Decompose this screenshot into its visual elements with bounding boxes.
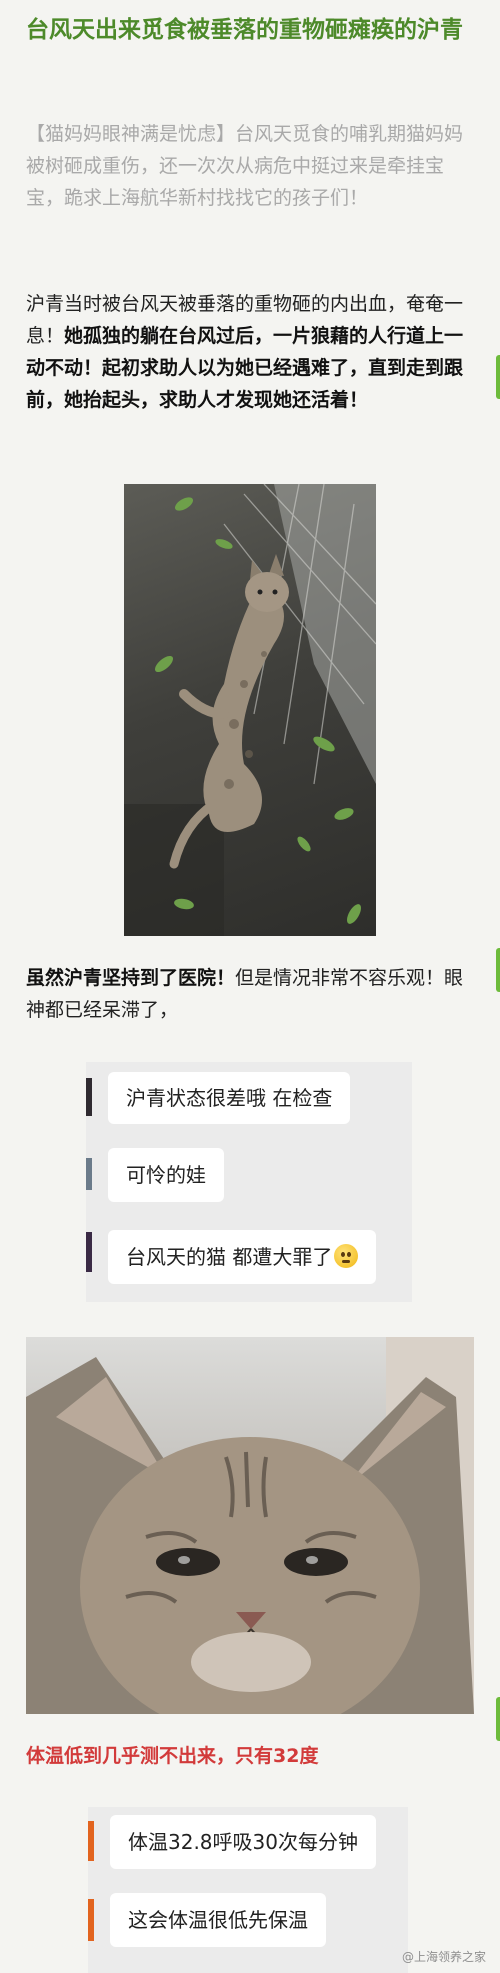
- chat-avatar: [88, 1821, 94, 1861]
- watermark: @上海领养之家: [401, 1950, 486, 1964]
- chat-bubble: 台风天的猫 都遭大罪了: [108, 1230, 377, 1284]
- chat-screenshot-status: 沪青状态很差哦 在检查 可怜的娃 台风天的猫 都遭大罪了: [86, 1062, 412, 1302]
- chat-bubble: 体温32.8呼吸30次每分钟: [110, 1815, 376, 1869]
- paragraph-injury: 沪青当时被台风天被垂落的重物砸的内出血，奄奄一息！她孤独的躺在台风过后，一片狼藉…: [26, 288, 478, 416]
- article-lead: 【猫妈妈眼神满是忧虑】台风天觅食的哺乳期猫妈妈被树砸成重伤，还一次次从病危中挺过…: [26, 118, 478, 214]
- chat-bubble: 可怜的娃: [108, 1148, 224, 1202]
- chat-bubble-text: 台风天的猫 都遭大罪了: [126, 1245, 333, 1269]
- worried-face-emoji-icon: [334, 1244, 359, 1268]
- side-edge-tab[interactable]: [496, 1697, 500, 1741]
- chat-screenshot-vitals: 体温32.8呼吸30次每分钟 这会体温很低先保温: [88, 1807, 408, 1973]
- paragraph-hospital: 虽然沪青坚持到了医院！但是情况非常不容乐观！眼神都已经呆滞了，: [26, 962, 478, 1026]
- chat-avatar: [88, 1899, 94, 1941]
- chat-avatar: [86, 1158, 92, 1190]
- lead-tag: 【猫妈妈眼神满是忧虑】: [26, 123, 236, 145]
- chat-avatar: [86, 1232, 92, 1272]
- article-title: 台风天出来觅食被垂落的重物砸瘫痪的沪青: [26, 17, 463, 43]
- side-edge-tab[interactable]: [496, 355, 500, 399]
- paragraph-injury-bold: 她孤独的躺在台风过后，一片狼藉的人行道上一动不动！起初求助人以为她已经遇难了，直…: [26, 325, 464, 411]
- chat-avatar: [86, 1078, 92, 1116]
- cat-closeup-photo: [26, 1337, 474, 1714]
- paragraph-temperature: 体温低到几乎测不出来，只有32度: [26, 1745, 319, 1767]
- paragraph-hospital-bold: 虽然沪青坚持到了医院！: [26, 967, 236, 989]
- injured-cat-photo: [124, 484, 376, 936]
- chat-bubble: 这会体温很低先保温: [110, 1893, 326, 1947]
- side-edge-tab[interactable]: [496, 948, 500, 992]
- chat-bubble: 沪青状态很差哦 在检查: [108, 1072, 351, 1124]
